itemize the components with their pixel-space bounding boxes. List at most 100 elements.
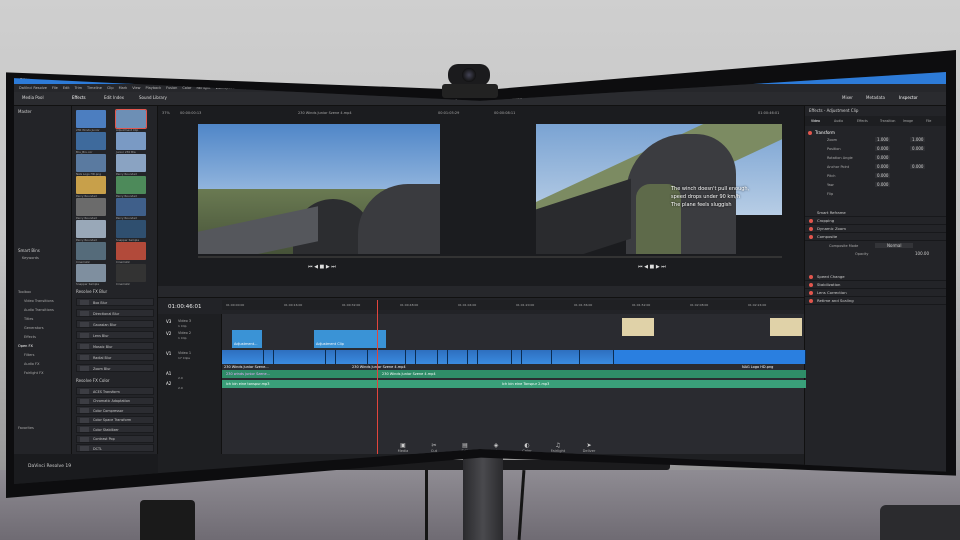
menu-item[interactable]: View bbox=[132, 86, 140, 90]
v1-video-clip[interactable] bbox=[478, 350, 512, 364]
timeline-ruler[interactable]: 01:00:00:00 01:00:16:00 01:00:32:00 01:00:4… bbox=[222, 300, 804, 310]
source-transport-controls[interactable]: ⏮ ◀ ■ ▶ ⏭ bbox=[308, 264, 336, 270]
effects-tree-item[interactable]: Titles bbox=[24, 317, 33, 321]
media-pool-button[interactable]: Media Pool bbox=[22, 95, 44, 100]
blur-effect-item[interactable]: Radial Blur bbox=[76, 353, 154, 361]
source-viewer[interactable] bbox=[198, 124, 440, 254]
media-clip-thumbnail[interactable] bbox=[76, 264, 106, 282]
sound-library-button[interactable]: Sound Library bbox=[139, 95, 167, 100]
menu-item[interactable]: Edit bbox=[63, 86, 70, 90]
transform-field-x[interactable]: 1.000 bbox=[875, 137, 891, 142]
track-header[interactable]: V2 Video 21 Clip bbox=[158, 330, 222, 340]
section-toggle-icon[interactable] bbox=[809, 235, 813, 239]
inspector-tab[interactable]: Audio bbox=[834, 119, 843, 123]
media-clip-thumbnail[interactable] bbox=[116, 264, 146, 282]
v1-video-clip[interactable] bbox=[336, 350, 368, 364]
color-effect-item[interactable]: ACES Transform bbox=[76, 387, 154, 395]
media-clip-thumbnail[interactable] bbox=[76, 154, 106, 172]
track-header[interactable]: V3 Video 31 Clip bbox=[158, 318, 222, 328]
menu-item[interactable]: Playback bbox=[146, 86, 162, 90]
timeline-transport-controls[interactable]: ⏮ ◀ ■ ▶ ⏭ bbox=[638, 264, 666, 270]
opacity-value[interactable]: 100.00 bbox=[915, 251, 929, 256]
transform-field-x[interactable]: 0.000 bbox=[875, 164, 891, 169]
blur-effect-item[interactable]: Box Blur bbox=[76, 298, 154, 306]
metadata-button[interactable]: Metadata bbox=[866, 95, 885, 100]
v1-video-clip[interactable] bbox=[326, 350, 336, 364]
section-toggle-icon[interactable] bbox=[809, 291, 813, 295]
transform-section[interactable]: Transform bbox=[805, 128, 946, 137]
page-button-cut[interactable]: ✂ Cut bbox=[419, 442, 449, 453]
effects-tree-item[interactable]: Audio Transitions bbox=[24, 308, 54, 312]
v1-video-clip[interactable] bbox=[512, 350, 522, 364]
inspector-tab[interactable]: Transition bbox=[880, 119, 895, 123]
color-effect-item[interactable]: Color Space Transform bbox=[76, 415, 154, 424]
media-clip-thumbnail[interactable] bbox=[116, 198, 146, 216]
effects-tree-item[interactable]: Audio FX bbox=[24, 362, 39, 366]
section-toggle-icon[interactable] bbox=[809, 275, 813, 279]
transform-field-x[interactable]: 0.000 bbox=[875, 155, 891, 160]
track-area[interactable]: Adjustment... Adjustment Clip 230 Winds … bbox=[222, 300, 806, 454]
media-clip-thumbnail[interactable] bbox=[76, 220, 106, 238]
media-clip-thumbnail[interactable] bbox=[76, 176, 106, 194]
inspector-tab[interactable]: Image bbox=[903, 119, 913, 123]
v2-adjustment-clip[interactable]: Adjustment Clip bbox=[314, 330, 386, 348]
v3-clip[interactable] bbox=[622, 318, 654, 336]
blur-effect-item[interactable]: Lens Blur bbox=[76, 331, 154, 339]
v3-clip[interactable] bbox=[770, 318, 802, 336]
menu-item[interactable]: File bbox=[52, 86, 58, 90]
v1-video-clip[interactable] bbox=[522, 350, 552, 364]
blur-effect-item[interactable]: Directional Blur bbox=[76, 309, 154, 317]
v1-video-clip[interactable] bbox=[438, 350, 448, 364]
inspector-button[interactable]: Inspector bbox=[899, 95, 918, 100]
timeline-viewer[interactable]: The winch doesn't pull enough, speed dro… bbox=[536, 124, 782, 254]
track-header[interactable]: V1 Video 1 17 Clips bbox=[158, 350, 222, 360]
v1-video-clip[interactable] bbox=[264, 350, 274, 364]
media-clip-thumbnail[interactable] bbox=[76, 110, 106, 128]
blur-effect-item[interactable]: Gaussian Blur bbox=[76, 320, 154, 328]
playhead[interactable] bbox=[377, 300, 378, 454]
smart-bin-keywords[interactable]: Keywords bbox=[22, 256, 39, 260]
media-clip-thumbnail[interactable] bbox=[116, 132, 146, 150]
inspector-tab[interactable]: File bbox=[926, 119, 931, 123]
blur-effect-item[interactable]: Mosaic Blur bbox=[76, 342, 154, 350]
transform-field-y[interactable]: 1.000 bbox=[910, 137, 926, 142]
effects-tree-item[interactable]: Filters bbox=[24, 353, 35, 357]
effects-tree-item[interactable]: Generators bbox=[24, 326, 44, 330]
blur-effect-item[interactable]: Zoom Blur bbox=[76, 364, 154, 372]
section-toggle-icon[interactable] bbox=[809, 299, 813, 303]
media-clip-thumbnail[interactable] bbox=[116, 220, 146, 238]
a1-audio-clip[interactable]: 230 winds junior Szene... 230 Winds Juni… bbox=[222, 370, 806, 378]
menu-item[interactable]: Mark bbox=[119, 86, 128, 90]
page-button-media[interactable]: ▣ Media bbox=[388, 442, 418, 453]
inspector-tab[interactable]: Video bbox=[811, 119, 820, 123]
v1-logo-clip[interactable] bbox=[614, 350, 806, 364]
track-header[interactable]: A1 2.0 bbox=[158, 370, 222, 380]
section-toggle-icon[interactable] bbox=[809, 219, 813, 223]
composite-mode-select[interactable]: Normal bbox=[875, 243, 914, 248]
v1-video-clip[interactable] bbox=[222, 350, 264, 364]
media-clip-thumbnail[interactable] bbox=[76, 198, 106, 216]
v1-video-clip[interactable] bbox=[274, 350, 326, 364]
color-effect-item[interactable]: Contrast Pop bbox=[76, 434, 154, 443]
media-clip-thumbnail[interactable] bbox=[116, 242, 146, 260]
a2-audio-clip[interactable]: ich bin eine tonspur.mp3 Ich bin eine To… bbox=[222, 380, 806, 388]
transform-field-x[interactable]: 0.000 bbox=[875, 146, 891, 151]
effects-tree-item[interactable]: Open FX bbox=[18, 344, 33, 348]
mixer-button[interactable]: Mixer bbox=[842, 95, 853, 100]
media-clip-thumbnail[interactable] bbox=[76, 132, 106, 150]
inspector-section[interactable]: Composite bbox=[805, 232, 946, 241]
menu-item[interactable]: Timeline bbox=[87, 86, 102, 90]
v1-video-clip[interactable] bbox=[416, 350, 438, 364]
color-effect-item[interactable]: Chromatic Adaptation bbox=[76, 396, 154, 405]
inspector-section[interactable]: Retime and Scaling bbox=[805, 296, 946, 305]
v1-video-clip[interactable] bbox=[448, 350, 468, 364]
section-toggle-icon[interactable] bbox=[809, 283, 813, 287]
media-clip-thumbnail[interactable] bbox=[115, 109, 147, 129]
effects-tree-item[interactable]: Toolbox bbox=[18, 290, 31, 294]
v1-video-clip[interactable] bbox=[378, 350, 406, 364]
transform-toggle-icon[interactable] bbox=[808, 131, 812, 135]
menu-item[interactable]: Trim bbox=[75, 86, 82, 90]
page-button-deliver[interactable]: ➤ Deliver bbox=[574, 442, 604, 453]
effects-tree-item[interactable]: Video Transitions bbox=[24, 299, 54, 303]
effects-button[interactable]: Effects bbox=[72, 95, 86, 100]
